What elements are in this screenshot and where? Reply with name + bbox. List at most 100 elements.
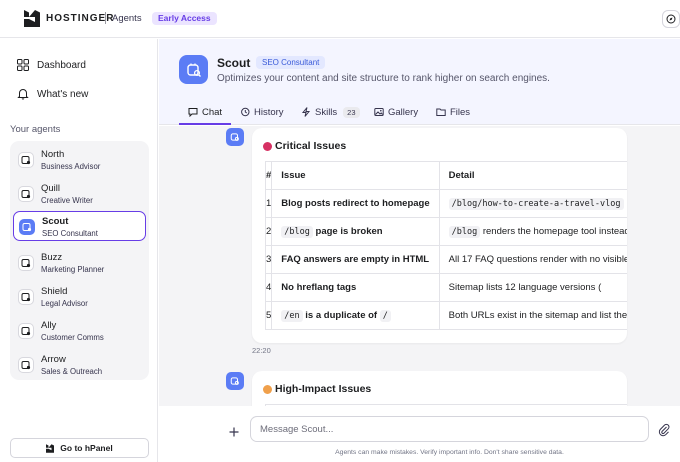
detail-cell: /blog renders the homepage tool instead <box>438 217 627 246</box>
agent-name: Scout <box>42 216 69 227</box>
issue-text: FAQ answers are empty in HTML <box>281 254 430 265</box>
message-input[interactable] <box>250 416 649 442</box>
column-header: Detail <box>438 161 627 190</box>
table-row: 5 /en is a duplicate of / Both URLs exis… <box>264 301 627 330</box>
agent-item-buzz[interactable]: Buzz Marketing Planner <box>13 248 146 278</box>
agent-name: North <box>41 149 65 160</box>
issue-cell: /en is a duplicate of / <box>271 301 440 330</box>
tab-chat[interactable]: Chat <box>188 105 222 119</box>
issue-text: page is broken <box>315 226 383 237</box>
your-agents-heading: Your agents <box>10 124 61 135</box>
detail-text: Both URLs exist in the sitemap and list … <box>448 310 627 321</box>
detail-cell: All 17 FAQ questions render with no visi… <box>438 245 627 274</box>
hostinger-logo-icon[interactable] <box>24 10 40 27</box>
agent-role: Legal Advisor <box>41 299 88 308</box>
go-to-hpanel-button[interactable]: Go to hPanel <box>10 438 149 458</box>
agent-role: Creative Writer <box>41 196 93 205</box>
tab-label: Gallery <box>388 106 419 118</box>
tab-skills[interactable]: Skills 23 <box>301 105 360 119</box>
agent-name: Arrow <box>41 354 66 365</box>
issue-cell: FAQ answers are empty in HTML <box>271 245 440 274</box>
agent-item-north[interactable]: North Business Advisor <box>13 145 146 175</box>
paperclip-icon[interactable] <box>658 423 670 437</box>
disclaimer-text: Agents can make mistakes. Verify importa… <box>335 449 564 456</box>
detail-text: All 17 FAQ questions render with no visi… <box>448 254 627 265</box>
code-snippet: / <box>379 310 391 322</box>
top-bar: HOSTINGER Agents Early Access <box>0 0 680 38</box>
agent-item-shield[interactable]: Shield Legal Advisor <box>13 282 146 312</box>
message-card-high-impact-issues: High-Impact Issues <box>252 371 627 406</box>
tab-history[interactable]: History <box>240 105 284 119</box>
nav-dashboard-label: Dashboard <box>37 59 86 71</box>
orange-circle-icon <box>263 384 272 394</box>
agent-role: Marketing Planner <box>41 265 105 274</box>
account-button[interactable] <box>662 10 680 28</box>
message-card-critical-issues: Critical Issues # Issue Detail 1 Blog po… <box>252 128 627 343</box>
code-snippet: /blog/how-to-create-a-travel-vlog <box>448 198 624 210</box>
brand-divider <box>105 12 106 24</box>
table-row: 3 FAQ answers are empty in HTML All 17 F… <box>264 245 627 274</box>
red-circle-icon <box>263 141 272 151</box>
skills-count-badge: 23 <box>343 106 360 118</box>
agent-item-scout[interactable]: Scout SEO Consultant <box>13 211 146 241</box>
issue-text: No hreflang tags <box>281 282 357 293</box>
agent-avatar-icon <box>18 152 34 168</box>
agent-name: Quill <box>41 183 61 194</box>
grid-icon <box>17 59 29 71</box>
scout-avatar-icon <box>179 55 208 84</box>
bell-icon <box>17 89 29 100</box>
detail-text: Sitemap lists 12 language versions ( <box>448 282 602 293</box>
agent-item-arrow[interactable]: Arrow Sales & Outreach <box>13 350 146 380</box>
sidebar: Dashboard What's new Your agents North B… <box>0 39 158 462</box>
section-heading: Critical Issues <box>263 140 346 152</box>
issues-table: # Issue Detail 1 Blog posts redirect to … <box>264 161 627 330</box>
agent-avatar-icon <box>18 255 34 271</box>
agent-name: Ally <box>41 320 57 331</box>
agent-role-badge: SEO Consultant <box>256 56 326 69</box>
agent-avatar-icon <box>18 357 34 373</box>
table-row: 2 /blog page is broken /blog renders the… <box>264 217 627 246</box>
issue-cell: Blog posts redirect to homepage <box>271 189 440 218</box>
message-composer: Agents can make mistakes. Verify importa… <box>159 406 680 462</box>
agent-role: SEO Consultant <box>42 229 98 238</box>
chat-thread[interactable]: Critical Issues # Issue Detail 1 Blog po… <box>159 126 680 406</box>
table-header-row: # Issue Detail <box>264 161 627 190</box>
chat-icon <box>188 108 198 117</box>
issue-cell: /blog page is broken <box>271 217 440 246</box>
nav-whats-new-label: What's new <box>37 88 89 100</box>
table-row: 4 No hreflang tags Sitemap lists 12 lang… <box>264 273 627 302</box>
hostinger-logo-icon <box>46 443 55 453</box>
go-to-hpanel-label: Go to hPanel <box>60 443 113 453</box>
agent-role: Sales & Outreach <box>41 367 103 376</box>
active-tab-indicator <box>179 123 231 125</box>
compass-icon <box>666 14 676 24</box>
add-attachment-button[interactable] <box>229 424 239 440</box>
tab-label: Files <box>450 106 471 118</box>
table-row: 1 Blog posts redirect to homepage /blog/… <box>264 189 627 218</box>
agent-title: Scout <box>217 56 251 70</box>
tab-gallery[interactable]: Gallery <box>374 105 418 119</box>
agent-item-ally[interactable]: Ally Customer Comms <box>13 316 146 346</box>
agents-list: North Business Advisor Quill Creative Wr… <box>10 141 149 380</box>
product-name: Agents <box>112 13 142 24</box>
scout-message-avatar-icon <box>226 372 244 390</box>
scout-message-avatar-icon <box>226 128 244 146</box>
nav-whats-new[interactable]: What's new <box>17 86 88 102</box>
tab-files[interactable]: Files <box>436 105 470 119</box>
detail-cell: Both URLs exist in the sitemap and list … <box>438 301 627 330</box>
folder-icon <box>436 108 446 116</box>
section-heading-text: High-Impact Issues <box>275 383 372 395</box>
section-heading: High-Impact Issues <box>263 383 371 395</box>
agent-avatar-icon <box>18 289 34 305</box>
agent-header: Scout SEO Consultant Optimizes your cont… <box>159 39 680 125</box>
agent-item-quill[interactable]: Quill Creative Writer <box>13 179 146 209</box>
column-header: Issue <box>271 161 440 190</box>
tab-label: History <box>254 106 284 118</box>
image-icon <box>374 108 384 116</box>
issue-text: Blog posts redirect to homepage <box>281 198 430 209</box>
agent-name: Shield <box>41 286 68 297</box>
history-icon <box>241 107 250 117</box>
nav-dashboard[interactable]: Dashboard <box>17 57 86 73</box>
early-access-badge: Early Access <box>152 12 217 25</box>
code-snippet: /blog <box>448 226 481 238</box>
